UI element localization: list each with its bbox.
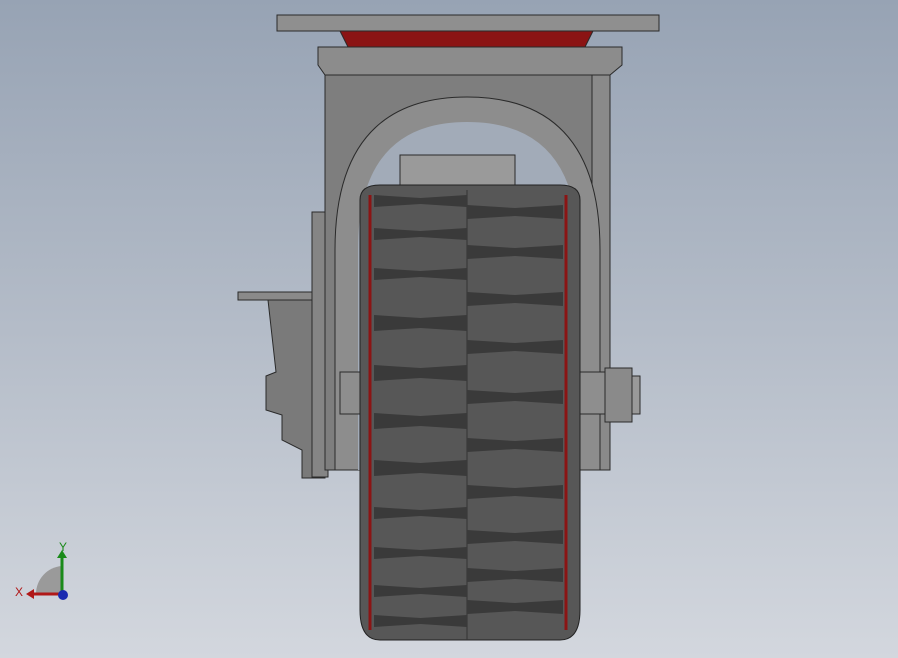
wheel-hub xyxy=(399,154,516,188)
y-axis-label: Y xyxy=(59,540,67,554)
brake-pedal[interactable] xyxy=(237,211,329,479)
top-mounting-plate xyxy=(276,14,660,32)
axle-nut xyxy=(604,367,641,423)
view-triad[interactable]: Y X xyxy=(15,540,68,600)
wheel xyxy=(359,184,581,641)
swivel-bearing xyxy=(339,30,594,48)
cad-3d-viewport[interactable]: Y X xyxy=(0,0,898,658)
caster-model[interactable]: Y X xyxy=(0,0,898,658)
x-axis-label: X xyxy=(15,585,23,599)
triad-plane-icon xyxy=(35,566,62,594)
z-axis-icon xyxy=(58,590,68,600)
swivel-plate-lower xyxy=(317,46,623,76)
